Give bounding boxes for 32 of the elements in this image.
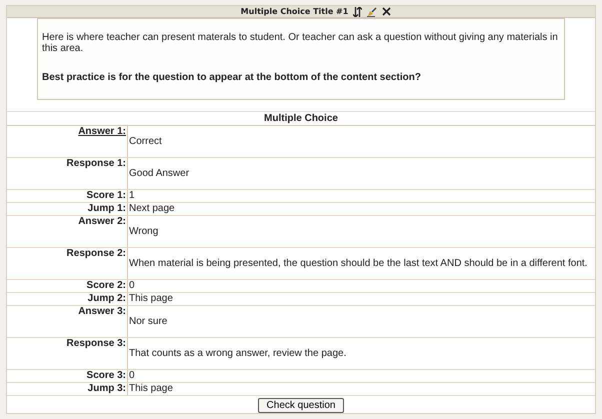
edit-icon[interactable] [367,6,378,16]
field-value: Correct [128,126,595,158]
close-icon[interactable] [382,7,392,16]
field-value: That counts as a wrong answer, review the page. [128,338,595,370]
field-value: This page [128,382,595,396]
field-value: Wrong [128,216,595,248]
content-text: Best practice is for the question to appear at the bottom of the content section? [42,72,422,83]
field-value: Next page [128,202,595,216]
field-label: Answer 2: [7,216,128,248]
field-label: Response 2: [7,248,128,280]
table-heading: Multiple Choice [7,112,595,126]
field-value: 1 [128,190,595,202]
field-label: Response 3: [7,338,128,370]
field-value: 0 [128,280,595,292]
content-text: Here is where teacher can present materals to student. Or teacher can ask a question without giving any materials in this area. [42,32,559,54]
field-label: Jump 3: [7,382,128,396]
field-value: When material is being presented, the question should be the last text AND should be in a different font. [128,248,595,280]
field-label: Jump 2: [7,292,128,306]
field-label: Response 1: [7,158,128,190]
field-label: Score 3: [7,370,128,382]
field-value: This page [128,292,595,306]
panel-title: Multiple Choice Title #1 [240,7,348,16]
field-label: Jump 1: [7,202,128,216]
field-label: Score 1: [7,190,128,202]
check-question-button[interactable]: Check question [258,398,344,413]
field-value: 0 [128,370,595,382]
field-label: Score 2: [7,280,128,292]
field-value: Nor sure [128,306,595,338]
field-value: Good Answer [128,158,595,190]
field-label: Answer 1: [7,126,128,158]
move-icon[interactable] [353,6,362,16]
field-label: Answer 3: [7,306,128,338]
